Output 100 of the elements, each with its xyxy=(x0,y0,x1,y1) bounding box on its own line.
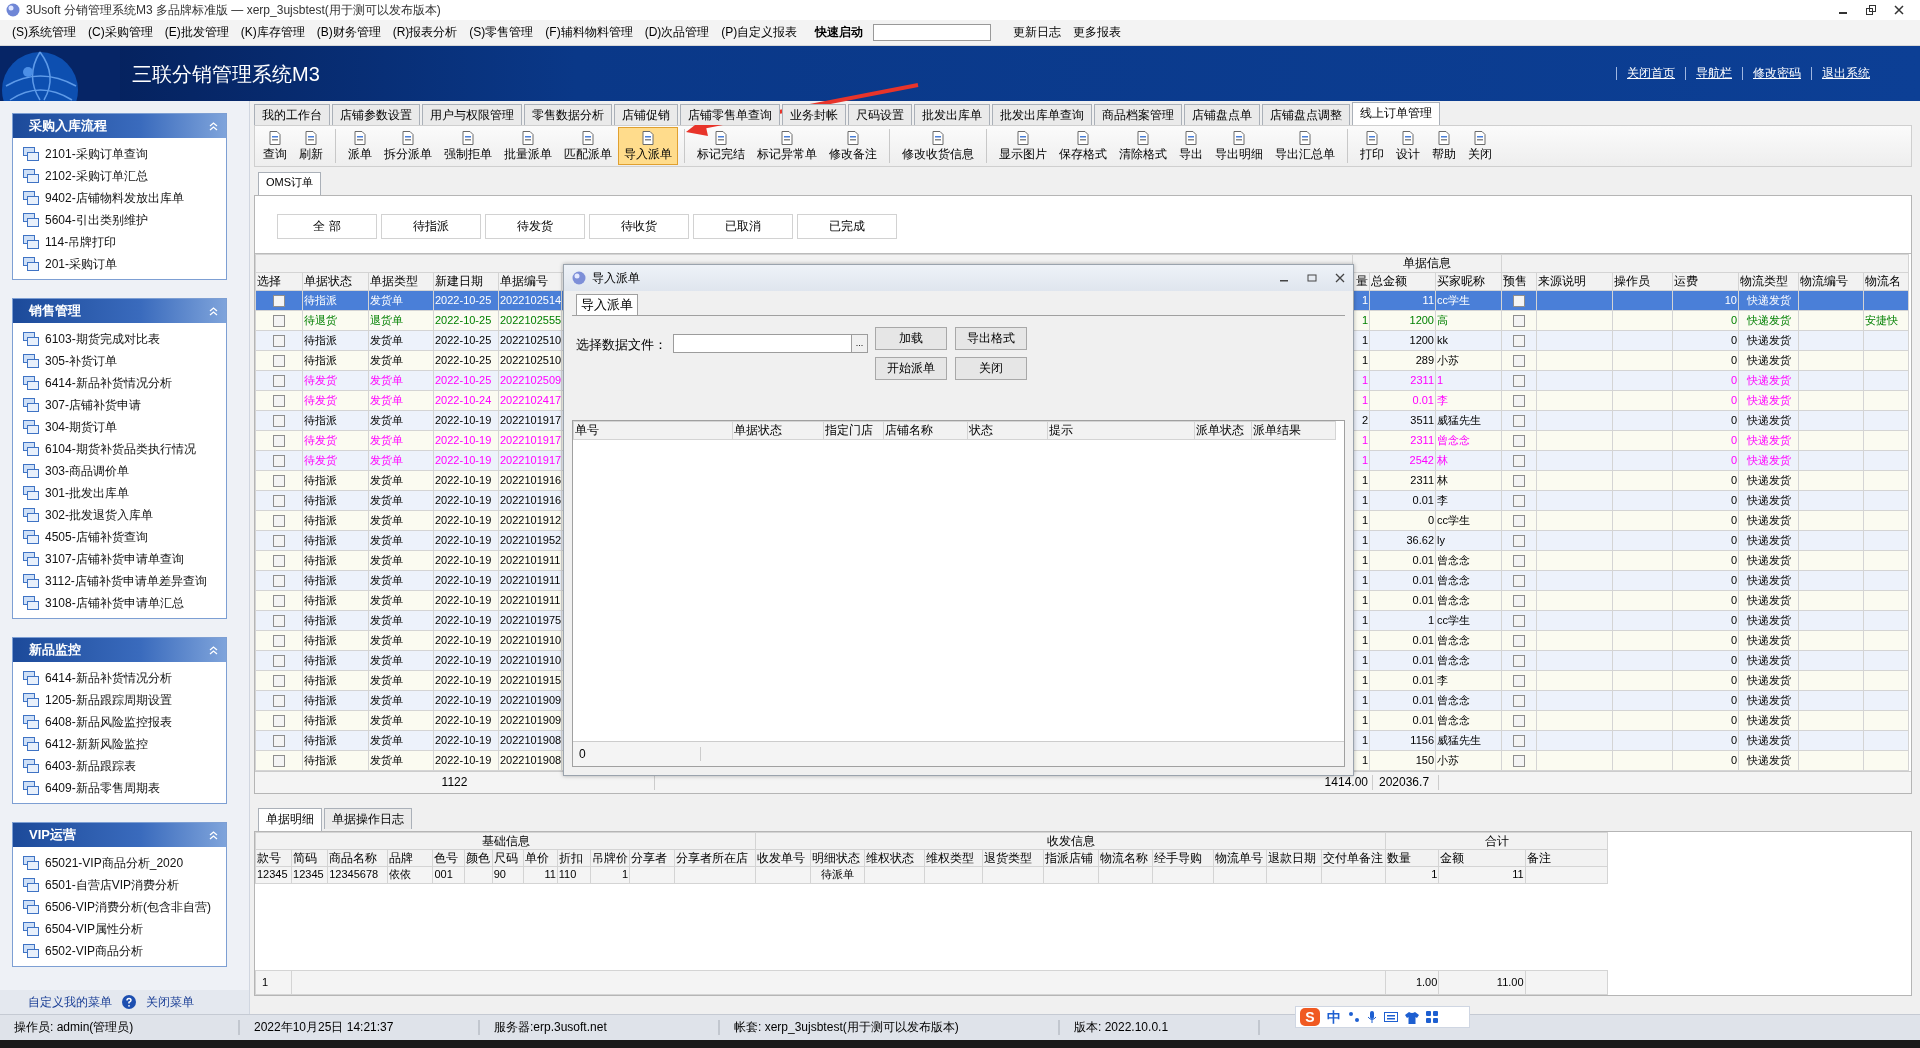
dialog-button[interactable]: 开始派单 xyxy=(875,356,947,380)
menu-item[interactable]: (E)批发管理 xyxy=(158,23,235,42)
close-icon[interactable] xyxy=(1335,273,1345,283)
column-header[interactable]: 状态 xyxy=(967,421,1048,440)
sidebar-link[interactable]: 6409-新品零售周期表 xyxy=(45,780,160,796)
custom-menu-link[interactable]: 自定义我的菜单 xyxy=(28,994,112,1010)
checkbox[interactable] xyxy=(1513,615,1525,627)
sidebar-link[interactable]: 303-商品调价单 xyxy=(45,463,130,479)
checkbox[interactable] xyxy=(1513,515,1525,527)
menu-item[interactable]: (F)辅料物料管理 xyxy=(539,23,639,42)
tab[interactable]: 零售数据分析 xyxy=(524,104,612,125)
toolbar-button[interactable]: 清除格式 xyxy=(1113,127,1173,165)
checkbox[interactable] xyxy=(273,455,285,467)
collapse-icon[interactable] xyxy=(209,306,218,316)
checkbox[interactable] xyxy=(1513,295,1525,307)
checkbox[interactable] xyxy=(1513,455,1525,467)
tab[interactable]: 批发出库单查询 xyxy=(992,104,1092,125)
sidebar-link[interactable]: 4505-店铺补货查询 xyxy=(45,529,148,545)
checkbox[interactable] xyxy=(1513,335,1525,347)
toolbar-button[interactable]: 刷新 xyxy=(293,127,329,165)
filter-button[interactable]: 待收货 xyxy=(589,214,689,239)
close-icon[interactable] xyxy=(1894,5,1904,15)
close-menu-link[interactable]: 关闭菜单 xyxy=(146,994,194,1010)
checkbox[interactable] xyxy=(1513,535,1525,547)
checkbox[interactable] xyxy=(273,555,285,567)
menu-item[interactable]: (C)采购管理 xyxy=(82,23,159,42)
sidebar-link[interactable]: 302-批发退货入库单 xyxy=(45,507,154,523)
sidebar-link[interactable]: 1205-新品跟踪周期设置 xyxy=(45,692,172,708)
checkbox[interactable] xyxy=(1513,315,1525,327)
checkbox[interactable] xyxy=(273,475,285,487)
checkbox[interactable] xyxy=(273,735,285,747)
dialog-button[interactable]: 关闭 xyxy=(955,356,1027,380)
menu-item[interactable]: (P)自定义报表 xyxy=(715,23,804,42)
checkbox[interactable] xyxy=(1513,755,1525,767)
checkbox[interactable] xyxy=(1513,435,1525,447)
checkbox[interactable] xyxy=(273,595,285,607)
dialog-button[interactable]: 加载 xyxy=(875,326,947,350)
collapse-icon[interactable] xyxy=(209,645,218,655)
column-header[interactable]: 派单结果 xyxy=(1251,421,1336,440)
tab[interactable]: 尺码设置 xyxy=(848,104,912,125)
tab[interactable]: 我的工作台 xyxy=(254,104,330,125)
checkbox[interactable] xyxy=(1513,555,1525,567)
tab[interactable]: 店铺盘点调整 xyxy=(1262,104,1350,125)
file-field[interactable]: ... xyxy=(673,333,868,353)
dialog-button[interactable]: 导出格式 xyxy=(955,326,1027,350)
toolbar-button[interactable]: 导入派单 xyxy=(618,127,678,165)
toolbar-button[interactable]: 保存格式 xyxy=(1053,127,1113,165)
sidebar-link[interactable]: 6506-VIP消费分析(包含非自营) xyxy=(45,899,212,915)
column-header[interactable]: 指定门店 xyxy=(823,421,884,440)
sidebar-link[interactable]: 3107-店铺补货申请单查询 xyxy=(45,551,184,567)
toolbar-button[interactable]: 显示图片 xyxy=(993,127,1053,165)
toolbar-button[interactable]: 导出 xyxy=(1173,127,1209,165)
checkbox[interactable] xyxy=(273,355,285,367)
restore-icon[interactable] xyxy=(1866,5,1876,15)
menu-item[interactable]: (B)财务管理 xyxy=(310,23,387,42)
toolbar-button[interactable]: 导出汇总单 xyxy=(1269,127,1341,165)
checkbox[interactable] xyxy=(1513,475,1525,487)
checkbox[interactable] xyxy=(273,715,285,727)
checkbox[interactable] xyxy=(273,335,285,347)
tab[interactable]: 业务封帐 xyxy=(782,104,846,125)
menu-item[interactable]: (S)零售管理 xyxy=(463,23,540,42)
column-header[interactable]: 提示 xyxy=(1047,421,1195,440)
grid-icon[interactable] xyxy=(1426,1011,1438,1023)
sidebar-link[interactable]: 6414-新品补货情况分析 xyxy=(45,670,172,686)
tab[interactable]: 店铺零售单查询 xyxy=(680,104,780,125)
sidebar-link[interactable]: 3112-店铺补货申请单差异查询 xyxy=(45,573,207,589)
sidebar-link[interactable]: 6408-新品风险监控报表 xyxy=(45,714,172,730)
checkbox[interactable] xyxy=(1513,635,1525,647)
checkbox[interactable] xyxy=(1513,575,1525,587)
menu-item[interactable]: (K)库存管理 xyxy=(234,23,311,42)
menu-item[interactable]: (R)报表分析 xyxy=(386,23,464,42)
column-header[interactable]: 派单状态 xyxy=(1194,421,1252,440)
toolbar-button[interactable]: 修改收货信息 xyxy=(896,127,980,165)
checkbox[interactable] xyxy=(1513,715,1525,727)
sidebar-link[interactable]: 9402-店铺物料发放出库单 xyxy=(45,190,184,206)
toolbar-button[interactable]: 匹配派单 xyxy=(558,127,618,165)
toolbar-button[interactable]: 导出明细 xyxy=(1209,127,1269,165)
checkbox[interactable] xyxy=(1513,375,1525,387)
toolbar-button[interactable]: 修改备注 xyxy=(823,127,883,165)
tab[interactable]: 店铺盘点单 xyxy=(1184,104,1260,125)
punctuation-icon[interactable] xyxy=(1348,1010,1360,1024)
checkbox[interactable] xyxy=(273,315,285,327)
checkbox[interactable] xyxy=(273,435,285,447)
quick-launch-field[interactable] xyxy=(873,24,992,41)
tab[interactable]: 店铺促销 xyxy=(614,104,678,125)
sidebar-link[interactable]: 201-采购订单 xyxy=(45,256,118,272)
checkbox[interactable] xyxy=(1513,675,1525,687)
sidebar-link[interactable]: 307-店铺补货申请 xyxy=(45,397,142,413)
checkbox[interactable] xyxy=(273,395,285,407)
checkbox[interactable] xyxy=(273,495,285,507)
sidebar-link[interactable]: 6412-新新风险监控 xyxy=(45,736,148,752)
toolbar-button[interactable]: 帮助 xyxy=(1426,127,1462,165)
checkbox[interactable] xyxy=(273,675,285,687)
sidebar-link[interactable]: 2101-采购订单查询 xyxy=(45,146,148,162)
toolbar-button[interactable]: 派单 xyxy=(342,127,378,165)
tab[interactable]: 单据明细 xyxy=(258,808,322,831)
checkbox[interactable] xyxy=(273,375,285,387)
sidebar-link[interactable]: 6104-期货补货品类执行情况 xyxy=(45,441,196,457)
column-header[interactable]: 店铺名称 xyxy=(883,421,968,440)
header-link[interactable]: 修改密码 xyxy=(1742,67,1811,80)
